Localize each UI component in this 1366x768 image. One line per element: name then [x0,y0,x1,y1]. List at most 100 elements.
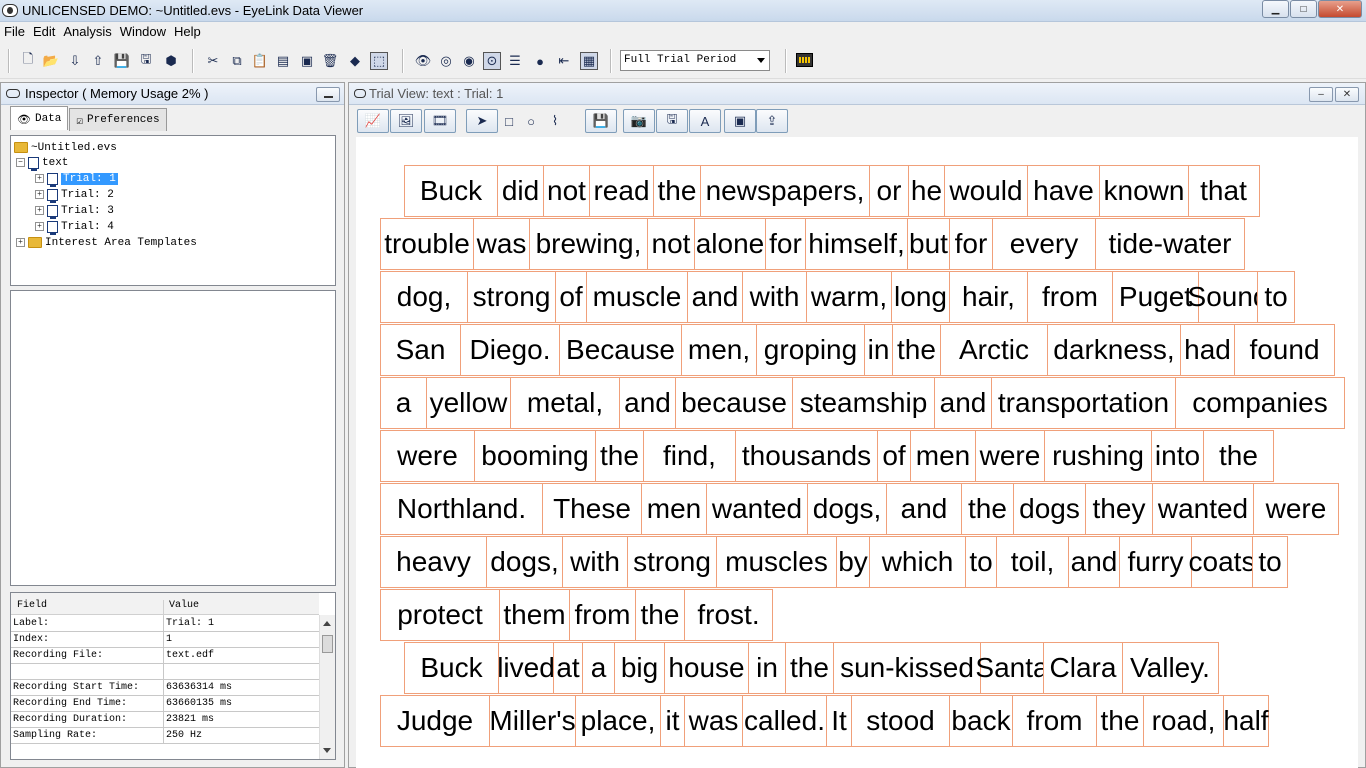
interest-area-word[interactable]: and [934,377,992,429]
interest-area-word[interactable]: had [1179,324,1236,376]
interest-area-word[interactable]: San [380,324,461,376]
interest-area-word[interactable]: groping [756,324,865,376]
interest-area-word[interactable]: stood [850,695,951,747]
interest-area-word[interactable]: of [876,430,912,482]
interest-area-word[interactable]: a [380,377,427,429]
menu-window[interactable]: Window [116,24,170,39]
interest-area-word[interactable]: the [784,642,835,694]
interest-area-word[interactable]: lived [497,642,555,694]
interest-area-word[interactable]: and [687,271,743,323]
tree-node-trial-2[interactable]: + Trial: 2 [35,187,114,203]
interest-area-word[interactable]: protect [380,589,500,641]
interest-area-word[interactable]: from [1026,271,1114,323]
interest-area-word[interactable]: to [964,536,998,588]
properties-scrollbar[interactable] [319,615,335,759]
interest-area-word[interactable]: to [1257,271,1295,323]
ellipse-icon[interactable]: ○ [521,109,541,133]
interest-area-word[interactable]: alone [694,218,766,270]
menu-file[interactable]: File [0,24,29,39]
close-button[interactable]: ✕ [1318,0,1362,18]
fixation-icon[interactable]: ● [531,52,549,70]
interest-area-word[interactable]: sun-kissed [833,642,981,694]
trial-view-close-button[interactable]: ✕ [1335,87,1359,102]
interest-area-word[interactable]: they [1085,483,1153,535]
interest-area-word[interactable]: steamship [791,377,936,429]
interest-area-word[interactable]: place, [575,695,661,747]
interest-area-word[interactable]: rushing [1044,430,1152,482]
interest-area-word[interactable]: were [380,430,475,482]
tab-data[interactable]: 👁 Data [10,106,69,130]
interest-area-word[interactable]: tide-water [1095,218,1245,270]
interest-area-word[interactable]: muscle [585,271,689,323]
interest-area-word[interactable]: have [1026,165,1101,217]
save-image-icon[interactable]: 🖫 [656,109,688,133]
rectangle-icon[interactable]: □ [499,109,519,133]
interest-area-word[interactable]: in [863,324,894,376]
interest-area-word[interactable]: were [974,430,1046,482]
image-ia-icon[interactable]: ▣ [724,109,756,133]
interest-area-word[interactable]: dogs [1012,483,1087,535]
select-icon[interactable]: ⬚ [370,52,388,70]
clear-icon[interactable]: ▣ [298,52,316,70]
interest-area-word[interactable]: dogs, [485,536,564,588]
interest-area-word[interactable]: which [869,536,966,588]
expand-icon[interactable]: + [35,222,44,231]
new-icon[interactable]: 🗋 [19,51,37,70]
interest-area-word[interactable]: back [949,695,1013,747]
menu-edit[interactable]: Edit [29,24,59,39]
load-image-icon[interactable]: 📷 [623,109,655,133]
tab-preferences[interactable]: ☑ Preferences [69,108,167,131]
interest-area-word[interactable]: from [1011,695,1098,747]
events-list-icon[interactable]: ☰ [506,52,524,70]
interest-area-word[interactable]: Clara [1043,642,1123,694]
interest-area-word[interactable]: into [1150,430,1205,482]
interest-area-word[interactable]: Arctic [939,324,1049,376]
layout-icon[interactable]: ▦ [580,52,598,70]
interest-area-word[interactable]: would [944,165,1028,217]
interest-area-word[interactable]: with [562,536,628,588]
interest-area-word[interactable]: every [991,218,1097,270]
interest-area-word[interactable]: muscles [716,536,837,588]
interest-area-word[interactable]: men [641,483,707,535]
interest-area-word[interactable]: because [675,377,793,429]
export-icon[interactable]: ⇧ [89,52,107,70]
film-strip-icon[interactable]: 🎞 [424,109,456,133]
interest-area-word[interactable]: and [1067,536,1121,588]
import-icon[interactable]: ⇩ [66,52,84,70]
save-icon[interactable]: 💾 [113,52,131,70]
tree-node-session[interactable]: − text [16,155,68,171]
interest-area-word[interactable]: Judge [380,695,490,747]
interest-area-word[interactable]: and [618,377,677,429]
open-icon[interactable]: 📂 [42,52,60,70]
save-ia-icon[interactable]: 💾 [585,109,617,133]
expand-icon[interactable]: + [35,174,44,183]
interest-area-word[interactable]: darkness, [1047,324,1181,376]
tree-node-trial-1[interactable]: + Trial: 1 [35,171,118,187]
save-as-icon[interactable]: 🖫 [137,51,155,70]
interest-area-word[interactable]: frost. [684,589,773,641]
menu-help[interactable]: Help [170,24,205,39]
interest-area-word[interactable]: It [826,695,852,747]
scroll-down-icon[interactable] [323,748,331,753]
interest-area-word[interactable]: house [663,642,750,694]
tree-node-trial-3[interactable]: + Trial: 3 [35,203,114,219]
interest-area-word[interactable]: wanted [1151,483,1255,535]
interest-area-word[interactable]: for [949,218,993,270]
interest-area-word[interactable]: he [907,165,946,217]
interest-area-word[interactable]: dogs, [807,483,887,535]
interest-area-word[interactable]: and [885,483,963,535]
interest-area-word[interactable]: warm, [806,271,892,323]
expand-icon[interactable]: + [16,238,25,247]
interest-area-word[interactable]: read [588,165,655,217]
interest-area-word[interactable]: thousands [735,430,878,482]
package-icon[interactable]: ⬢ [162,52,180,70]
interest-area-word[interactable]: Santa [975,642,1049,694]
drag-icon[interactable]: ◆ [346,52,364,70]
menu-analysis[interactable]: Analysis [59,24,115,39]
interest-area-word[interactable]: of [555,271,587,323]
eye-view-icon[interactable]: ◉ [460,52,478,70]
interest-area-word[interactable]: did [496,165,545,217]
interest-area-word[interactable]: newspapers, [699,165,871,217]
interest-area-word[interactable]: was [684,695,743,747]
interest-area-word[interactable]: Miller's [488,695,577,747]
